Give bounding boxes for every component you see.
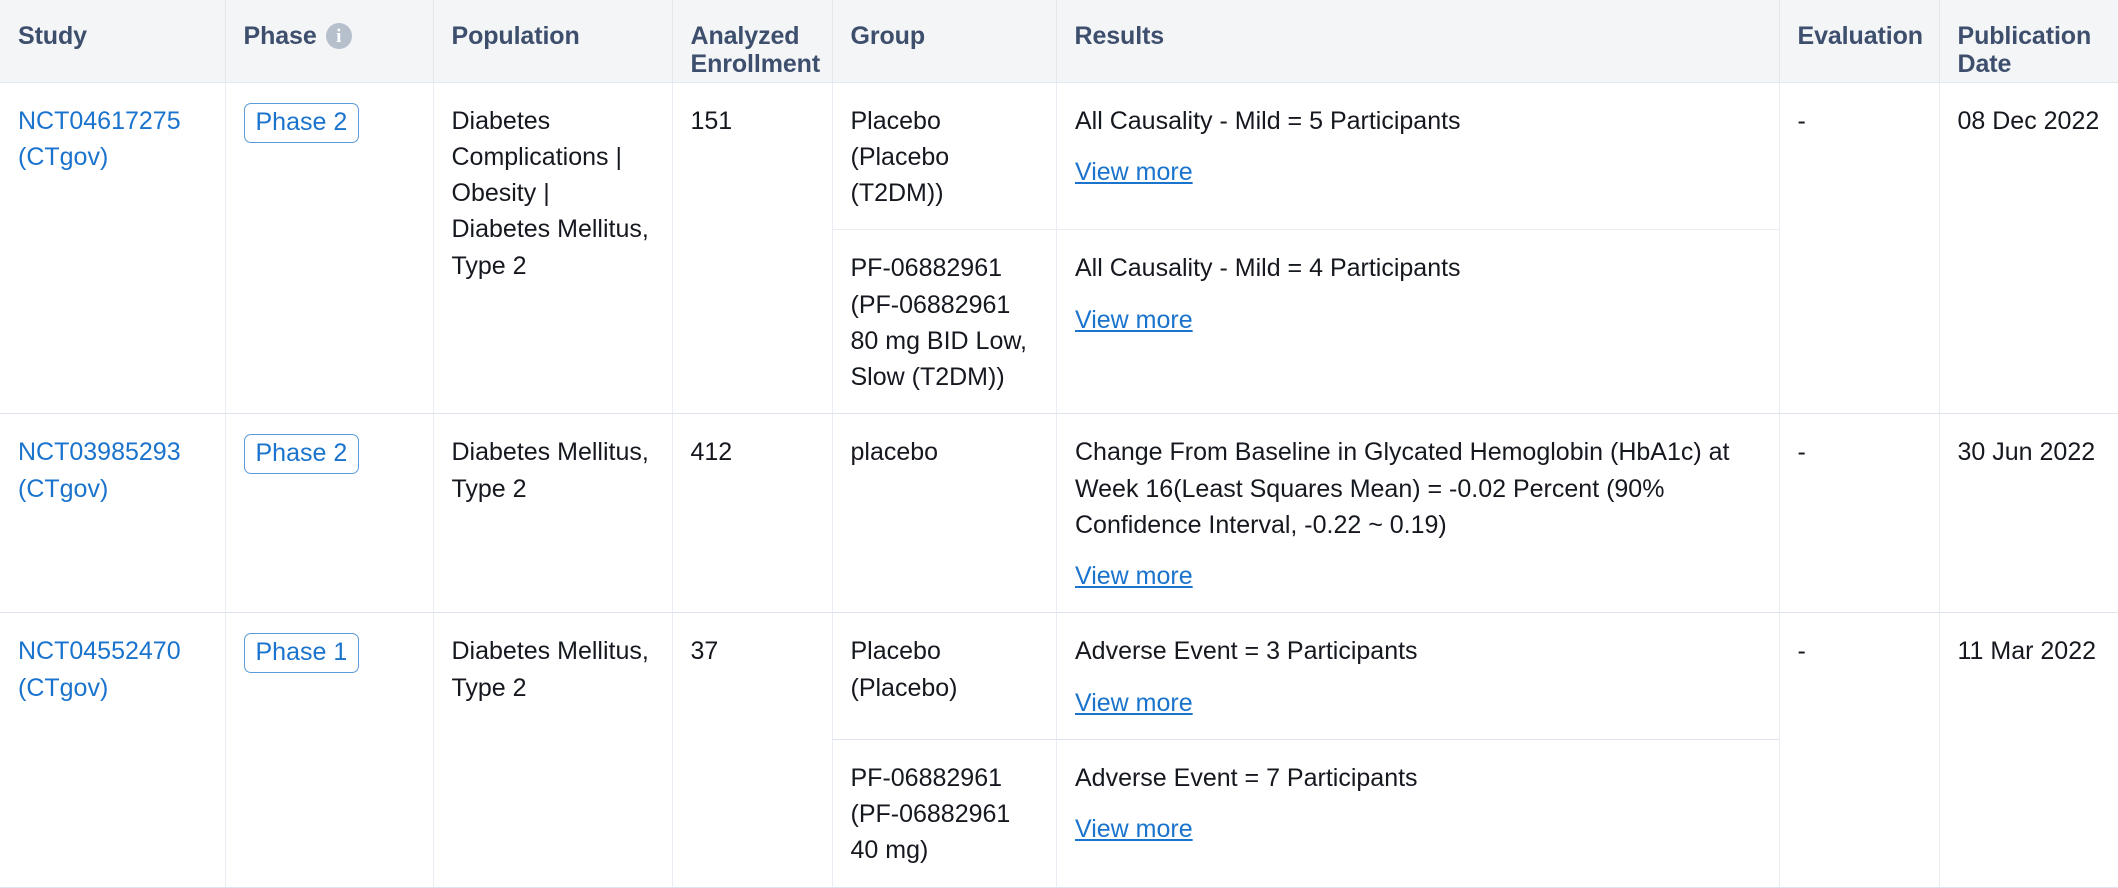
cell-publication-date: 11 Mar 2022	[1939, 613, 2118, 887]
phase-badge[interactable]: Phase 2	[244, 103, 360, 143]
cell-group-results: placebo Change From Baseline in Glycated …	[832, 414, 1779, 613]
column-header-results[interactable]: Results	[1056, 0, 1779, 82]
cell-group: placebo	[833, 414, 1057, 612]
cell-population: Diabetes Mellitus, Type 2	[433, 613, 672, 887]
group-name: PF-06882961	[851, 250, 1039, 286]
study-source-link[interactable]: (CTgov)	[18, 670, 207, 706]
view-more-link[interactable]: View more	[1075, 154, 1193, 190]
table-row: NCT03985293(CTgov) Phase 2 Diabetes Mellit…	[0, 414, 2118, 613]
column-header-study[interactable]: Study	[0, 0, 225, 82]
cell-analyzed-enrollment: 151	[672, 82, 832, 414]
cell-group: PF-06882961(PF-06882961 80 mg BID Low, S…	[833, 230, 1057, 414]
column-header-evaluation[interactable]: Evaluation	[1779, 0, 1939, 82]
view-more-link[interactable]: View more	[1075, 685, 1193, 721]
view-more-link[interactable]: View more	[1075, 811, 1193, 847]
column-header-population-label: Population	[452, 22, 580, 50]
study-link[interactable]: NCT04617275	[18, 103, 207, 139]
result-text: Change From Baseline in Glycated Hemoglo…	[1075, 434, 1762, 543]
cell-study: NCT04552470(CTgov)	[0, 613, 225, 887]
group-name: Placebo	[851, 103, 1039, 139]
result-text: Adverse Event = 3 Participants	[1075, 633, 1762, 669]
group-results-subtable: Placebo(Placebo (T2DM))All Causality - M…	[833, 83, 1780, 414]
column-header-publication-date[interactable]: Publication Date	[1939, 0, 2118, 82]
cell-study: NCT04617275(CTgov)	[0, 82, 225, 414]
cell-phase: Phase 2	[225, 414, 433, 613]
clinical-studies-table: Study Phase i Population Analyzed Enroll…	[0, 0, 2118, 888]
group-name: placebo	[851, 434, 1039, 470]
cell-analyzed-enrollment: 37	[672, 613, 832, 887]
column-header-group[interactable]: Group	[832, 0, 1056, 82]
view-more-link[interactable]: View more	[1075, 558, 1193, 594]
cell-publication-date: 08 Dec 2022	[1939, 82, 2118, 414]
table-header: Study Phase i Population Analyzed Enroll…	[0, 0, 2118, 82]
cell-evaluation: -	[1779, 82, 1939, 414]
cell-publication-date: 30 Jun 2022	[1939, 414, 2118, 613]
result-text: Adverse Event = 7 Participants	[1075, 760, 1762, 796]
study-source-link[interactable]: (CTgov)	[18, 471, 207, 507]
group-result-row: PF-06882961(PF-06882961 80 mg BID Low, S…	[833, 230, 1780, 414]
group-results-subtable: placebo Change From Baseline in Glycated …	[833, 414, 1780, 612]
header-row: Study Phase i Population Analyzed Enroll…	[0, 0, 2118, 82]
column-header-analyzed-enrollment-label: Analyzed Enrollment	[691, 22, 821, 78]
study-link[interactable]: NCT03985293	[18, 434, 207, 470]
column-header-phase[interactable]: Phase i	[225, 0, 433, 82]
cell-population: Diabetes Mellitus, Type 2	[433, 414, 672, 613]
cell-population: Diabetes Complications | Obesity | Diabe…	[433, 82, 672, 414]
cell-group-results: Placebo(Placebo)Adverse Event = 3 Partic…	[832, 613, 1779, 887]
cell-evaluation: -	[1779, 414, 1939, 613]
info-icon[interactable]: i	[326, 23, 352, 49]
phase-badge[interactable]: Phase 2	[244, 434, 360, 474]
column-header-evaluation-label: Evaluation	[1798, 22, 1923, 50]
group-detail: (PF-06882961 80 mg BID Low, Slow (T2DM))	[851, 287, 1039, 396]
cell-group: Placebo(Placebo (T2DM))	[833, 83, 1057, 230]
group-detail: (Placebo)	[851, 670, 1039, 706]
cell-phase: Phase 2	[225, 82, 433, 414]
phase-badge[interactable]: Phase 1	[244, 633, 360, 673]
group-result-row: placebo Change From Baseline in Glycated …	[833, 414, 1780, 612]
cell-group-results: Placebo(Placebo (T2DM))All Causality - M…	[832, 82, 1779, 414]
cell-results: Adverse Event = 7 Participants View more	[1057, 739, 1780, 886]
column-header-analyzed-enrollment[interactable]: Analyzed Enrollment	[672, 0, 832, 82]
column-header-population[interactable]: Population	[433, 0, 672, 82]
group-result-row: Placebo(Placebo)Adverse Event = 3 Partic…	[833, 613, 1780, 739]
cell-analyzed-enrollment: 412	[672, 414, 832, 613]
cell-results: All Causality - Mild = 5 Participants Vie…	[1057, 83, 1780, 230]
cell-study: NCT03985293(CTgov)	[0, 414, 225, 613]
cell-results: All Causality - Mild = 4 Participants Vie…	[1057, 230, 1780, 414]
column-header-phase-label: Phase	[244, 22, 317, 50]
cell-results: Change From Baseline in Glycated Hemoglo…	[1057, 414, 1780, 612]
group-detail: (Placebo (T2DM))	[851, 139, 1039, 212]
cell-results: Adverse Event = 3 Participants View more	[1057, 613, 1780, 739]
group-result-row: Placebo(Placebo (T2DM))All Causality - M…	[833, 83, 1780, 230]
column-header-publication-date-label: Publication Date	[1958, 22, 2101, 78]
group-result-row: PF-06882961(PF-06882961 40 mg)Adverse Ev…	[833, 739, 1780, 886]
cell-group: Placebo(Placebo)	[833, 613, 1057, 739]
table-row: NCT04617275(CTgov) Phase 2 Diabetes Compli…	[0, 82, 2118, 414]
cell-evaluation: -	[1779, 613, 1939, 887]
group-results-subtable: Placebo(Placebo)Adverse Event = 3 Partic…	[833, 613, 1780, 886]
cell-group: PF-06882961(PF-06882961 40 mg)	[833, 739, 1057, 886]
result-text: All Causality - Mild = 4 Participants	[1075, 250, 1762, 286]
group-name: Placebo	[851, 633, 1039, 669]
study-source-link[interactable]: (CTgov)	[18, 139, 207, 175]
cell-phase: Phase 1	[225, 613, 433, 887]
result-text: All Causality - Mild = 5 Participants	[1075, 103, 1762, 139]
group-name: PF-06882961	[851, 760, 1039, 796]
study-link[interactable]: NCT04552470	[18, 633, 207, 669]
column-header-group-label: Group	[851, 22, 926, 50]
view-more-link[interactable]: View more	[1075, 302, 1193, 338]
column-header-study-label: Study	[18, 22, 87, 50]
column-header-results-label: Results	[1075, 22, 1165, 50]
table-body: NCT04617275(CTgov)Phase 2Diabetes Compli…	[0, 82, 2118, 887]
table-row: NCT04552470(CTgov) Phase 1 Diabetes Mellit…	[0, 613, 2118, 887]
